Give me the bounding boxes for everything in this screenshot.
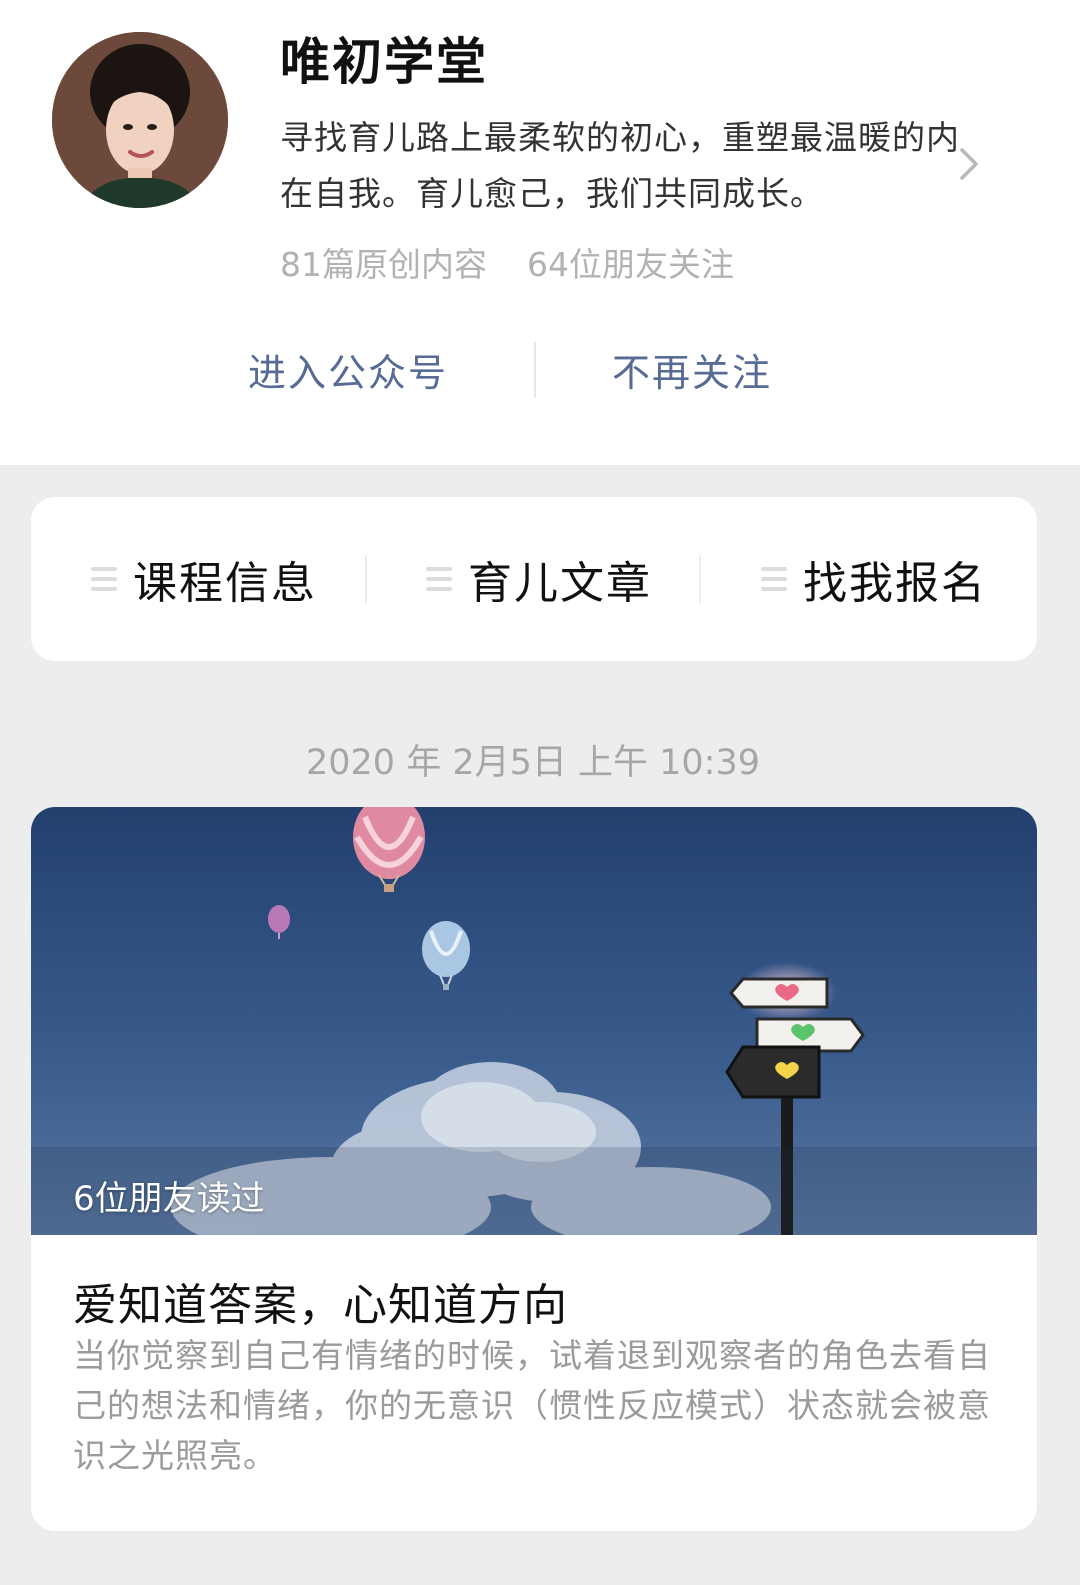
menu-item-label: 找我报名 [803,558,987,609]
account-name: 唯初学堂 [280,33,488,91]
account-description: 寻找育儿路上最柔软的初心，重塑最温暖的内在自我。育儿愈己，我们共同成长。 [280,118,960,213]
avatar-portrait-image [52,32,228,208]
menu-lines-icon [426,567,452,591]
account-avatar[interactable] [52,32,228,208]
chevron-right-icon[interactable] [954,140,986,188]
friends-read-label: 6位朋友读过 [73,1179,265,1219]
account-profile-header: 唯初学堂 寻找育儿路上最柔软的初心，重塑最温暖的内在自我。育儿愈己，我们共同成长… [0,0,1080,465]
menu-item-sign-up[interactable]: 找我报名 [761,497,987,661]
friends-follow-count: 64位朋友关注 [527,245,734,284]
message-timestamp: 2020 年 2月5日 上午 10:39 [306,743,760,783]
menu-item-label: 课程信息 [133,558,317,609]
menu-lines-icon [761,567,787,591]
actions-divider [534,342,536,398]
account-actions: 进入公众号 不再关注 [0,330,1080,410]
unfollow-button[interactable]: 不再关注 [612,342,772,397]
menu-lines-icon [91,567,117,591]
menu-item-course-info[interactable]: 课程信息 [91,497,317,661]
article-cover-image: 6位朋友读过 [31,807,1037,1235]
menu-item-label: 育儿文章 [468,558,652,609]
enter-account-button[interactable]: 进入公众号 [248,342,448,397]
menu-item-parenting-articles[interactable]: 育儿文章 [426,497,652,661]
menu-divider [699,555,701,603]
account-menu: 课程信息 育儿文章 找我报名 [31,497,1037,661]
account-stats: 81篇原创内容 64位朋友关注 [280,238,774,286]
original-count: 81篇原创内容 [280,245,487,284]
article-card[interactable]: 6位朋友读过 爱知道答案，心知道方向 当你觉察到自己有情绪的时候，试着退到观察者… [31,807,1037,1531]
menu-divider [365,555,367,603]
article-title: 爱知道答案，心知道方向 [73,1280,568,1331]
article-digest: 当你觉察到自己有情绪的时候，试着退到观察者的角色去看自己的想法和情绪，你的无意识… [73,1336,991,1475]
